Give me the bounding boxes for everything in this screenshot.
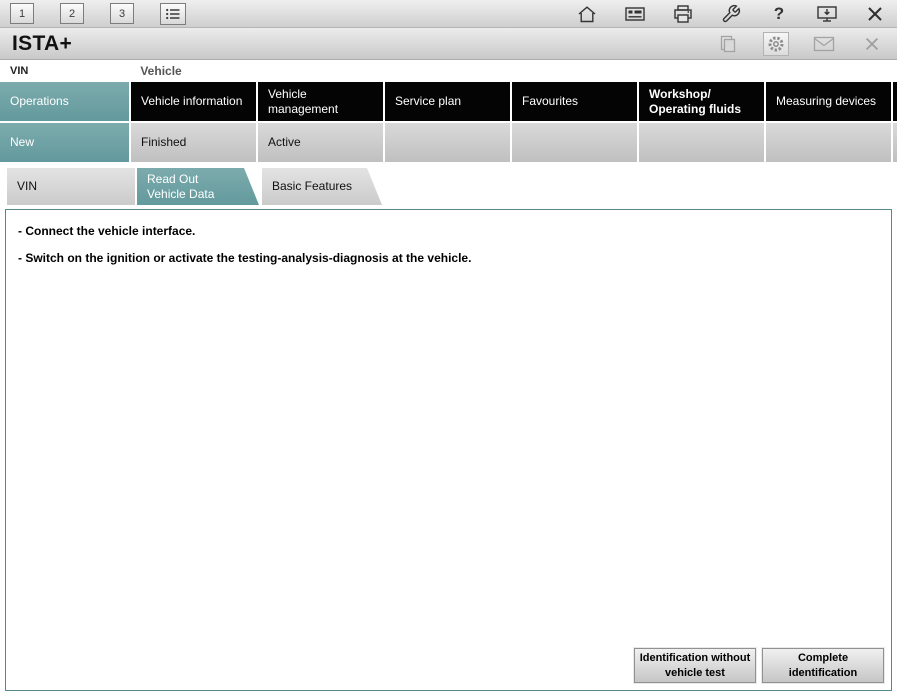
tab-vehicle-information[interactable]: Vehicle information xyxy=(131,82,256,121)
home-icon[interactable] xyxy=(575,2,599,26)
close-icon[interactable] xyxy=(863,2,887,26)
tab-read-out-vehicle-data[interactable]: Read Out Vehicle Data xyxy=(137,168,259,205)
secondary-tab-empty-1 xyxy=(385,123,510,162)
primary-tab-bar: Operations Vehicle information Vehicle m… xyxy=(0,82,897,121)
printer-icon[interactable] xyxy=(671,2,695,26)
secondary-tab-empty-2 xyxy=(512,123,637,162)
tab-favourites[interactable]: Favourites xyxy=(512,82,637,121)
secondary-tab-empty-4 xyxy=(766,123,891,162)
complete-identification-button[interactable]: Complete identification xyxy=(762,648,884,683)
screen-keyboard-icon[interactable] xyxy=(623,2,647,26)
tab-workshop-operating-fluids[interactable]: Workshop/ Operating fluids xyxy=(639,82,764,121)
identification-without-vehicle-test-button[interactable]: Identification without vehicle test xyxy=(634,648,756,683)
ista-window: 1 2 3 ? ISTA+ VIN Vehicle Operations Veh… xyxy=(0,0,897,700)
tab-vin[interactable]: VIN xyxy=(7,168,135,205)
tab-new[interactable]: New xyxy=(0,123,129,162)
tab-vehicle-management[interactable]: Vehicle management xyxy=(258,82,383,121)
tab-active[interactable]: Active xyxy=(258,123,383,162)
page-2-button[interactable]: 2 xyxy=(60,3,84,24)
tab-service-plan[interactable]: Service plan xyxy=(385,82,510,121)
app-title: ISTA+ xyxy=(12,31,73,55)
tab-operations[interactable]: Operations xyxy=(0,82,129,121)
title-bar: ISTA+ xyxy=(0,28,897,60)
page-1-button[interactable]: 1 xyxy=(10,3,34,24)
footer-button-group: Identification without vehicle test Comp… xyxy=(634,648,884,683)
context-bar: VIN Vehicle xyxy=(0,60,897,82)
content-panel: - Connect the vehicle interface. - Switc… xyxy=(5,209,892,691)
tab-basic-features[interactable]: Basic Features xyxy=(262,168,382,205)
instruction-line-1: - Connect the vehicle interface. xyxy=(18,224,196,238)
list-icon[interactable] xyxy=(160,2,186,25)
help-icon[interactable]: ? xyxy=(767,2,791,26)
secondary-tab-filler xyxy=(893,123,897,162)
monitor-icon[interactable] xyxy=(815,2,839,26)
tab-measuring-devices[interactable]: Measuring devices xyxy=(766,82,891,121)
instruction-line-2: - Switch on the ignition or activate the… xyxy=(18,251,472,265)
wrench-icon[interactable] xyxy=(719,2,743,26)
vin-label: VIN xyxy=(10,65,29,77)
titlebar-actions xyxy=(693,31,885,56)
copy-pages-icon[interactable] xyxy=(715,32,741,56)
mail-icon[interactable] xyxy=(811,32,837,56)
close-window-icon[interactable] xyxy=(859,32,885,56)
gear-icon[interactable] xyxy=(763,31,789,56)
step-tab-bar: VIN Read Out Vehicle Data Basic Features xyxy=(0,168,897,205)
secondary-tab-empty-3 xyxy=(639,123,764,162)
top-toolbar: 1 2 3 ? xyxy=(0,0,897,28)
page-3-button[interactable]: 3 xyxy=(110,3,134,24)
vehicle-label: Vehicle xyxy=(140,64,182,78)
primary-tab-filler xyxy=(893,82,897,121)
secondary-tab-bar: New Finished Active xyxy=(0,123,897,162)
tab-finished[interactable]: Finished xyxy=(131,123,256,162)
